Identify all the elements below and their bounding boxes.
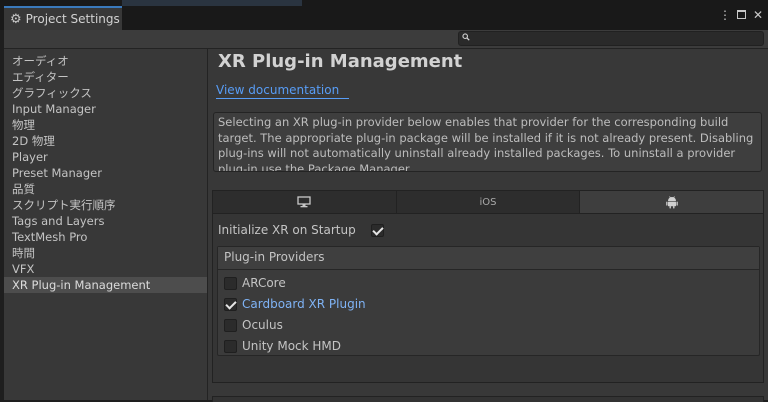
monitor-icon: [297, 196, 311, 208]
init-xr-on-startup-label: Initialize XR on Startup: [218, 223, 356, 237]
oculus-checkbox[interactable]: [224, 319, 237, 332]
background-scene-strip: [122, 0, 302, 6]
sidebar-item-player[interactable]: Player: [4, 149, 207, 165]
sidebar-item-graphics[interactable]: グラフィックス: [4, 85, 207, 101]
oculus-label[interactable]: Oculus: [242, 315, 283, 336]
sidebar-item-script-execution-order[interactable]: スクリプト実行順序: [4, 197, 207, 213]
sidebar-item-vfx[interactable]: VFX: [4, 261, 207, 277]
sidebar-item-quality[interactable]: 品質: [4, 181, 207, 197]
tab-project-settings[interactable]: ⚙ Project Settings: [4, 6, 122, 30]
help-box: Selecting an XR plug-in provider below e…: [213, 112, 762, 172]
gear-icon: ⚙: [10, 11, 22, 27]
provider-row-unity-mock-hmd: Unity Mock HMD: [218, 336, 759, 357]
tab-ios-label: iOS: [479, 196, 497, 208]
tab-standalone[interactable]: [213, 191, 397, 213]
tab-ios[interactable]: iOS: [396, 191, 581, 213]
arcore-label[interactable]: ARCore: [242, 273, 286, 294]
sidebar-item-xr-plugin-management[interactable]: XR Plug-in Management: [4, 277, 207, 293]
tab-android[interactable]: [580, 191, 764, 213]
platform-tabs: iOS: [213, 191, 764, 214]
provider-row-cardboard: Cardboard XR Plugin: [218, 294, 759, 315]
plugin-providers-box: Plug-in Providers ARCore Cardboard XR Pl…: [217, 246, 760, 356]
next-section-panel: [212, 396, 764, 402]
window-titlebar: ⚙ Project Settings ⋮ ✕: [0, 0, 768, 30]
settings-main-panel: XR Plug-in Management View documentation…: [208, 49, 768, 402]
sidebar-item-physics[interactable]: 物理: [4, 117, 207, 133]
close-icon[interactable]: ✕: [752, 9, 764, 21]
provider-row-oculus: Oculus: [218, 315, 759, 336]
search-toolbar: [4, 30, 768, 49]
sidebar-item-tags-and-layers[interactable]: Tags and Layers: [4, 213, 207, 229]
more-vert-icon[interactable]: ⋮: [719, 9, 731, 21]
sidebar-item-audio[interactable]: オーディオ: [4, 53, 207, 69]
view-documentation-link[interactable]: View documentation: [216, 83, 350, 99]
settings-sidebar: オーディオ エディター グラフィックス Input Manager 物理 2D …: [4, 49, 208, 400]
page-title: XR Plug-in Management: [218, 51, 463, 72]
maximize-icon[interactable]: [737, 10, 746, 19]
sidebar-item-preset-manager[interactable]: Preset Manager: [4, 165, 207, 181]
sidebar-item-input-manager[interactable]: Input Manager: [4, 101, 207, 117]
platform-settings-panel: iOS Initialize XR on Startup Plug-in Pro…: [212, 190, 764, 383]
tab-title: Project Settings: [25, 12, 120, 26]
arcore-checkbox[interactable]: [224, 277, 237, 290]
search-input[interactable]: [458, 31, 764, 46]
sidebar-item-editor[interactable]: エディター: [4, 69, 207, 85]
window-controls: ⋮ ✕: [719, 9, 764, 21]
plugin-providers-header: Plug-in Providers: [218, 247, 759, 270]
android-icon: [665, 195, 678, 208]
provider-row-arcore: ARCore: [218, 273, 759, 294]
sidebar-item-time[interactable]: 時間: [4, 245, 207, 261]
cardboard-xr-plugin-checkbox[interactable]: [224, 298, 237, 311]
search-icon: [462, 33, 470, 41]
init-xr-on-startup-checkbox[interactable]: [371, 224, 384, 237]
sidebar-item-physics-2d[interactable]: 2D 物理: [4, 133, 207, 149]
unity-mock-hmd-checkbox[interactable]: [224, 340, 237, 353]
cardboard-xr-plugin-label[interactable]: Cardboard XR Plugin: [242, 294, 366, 315]
unity-mock-hmd-label[interactable]: Unity Mock HMD: [242, 336, 341, 357]
sidebar-item-textmesh-pro[interactable]: TextMesh Pro: [4, 229, 207, 245]
